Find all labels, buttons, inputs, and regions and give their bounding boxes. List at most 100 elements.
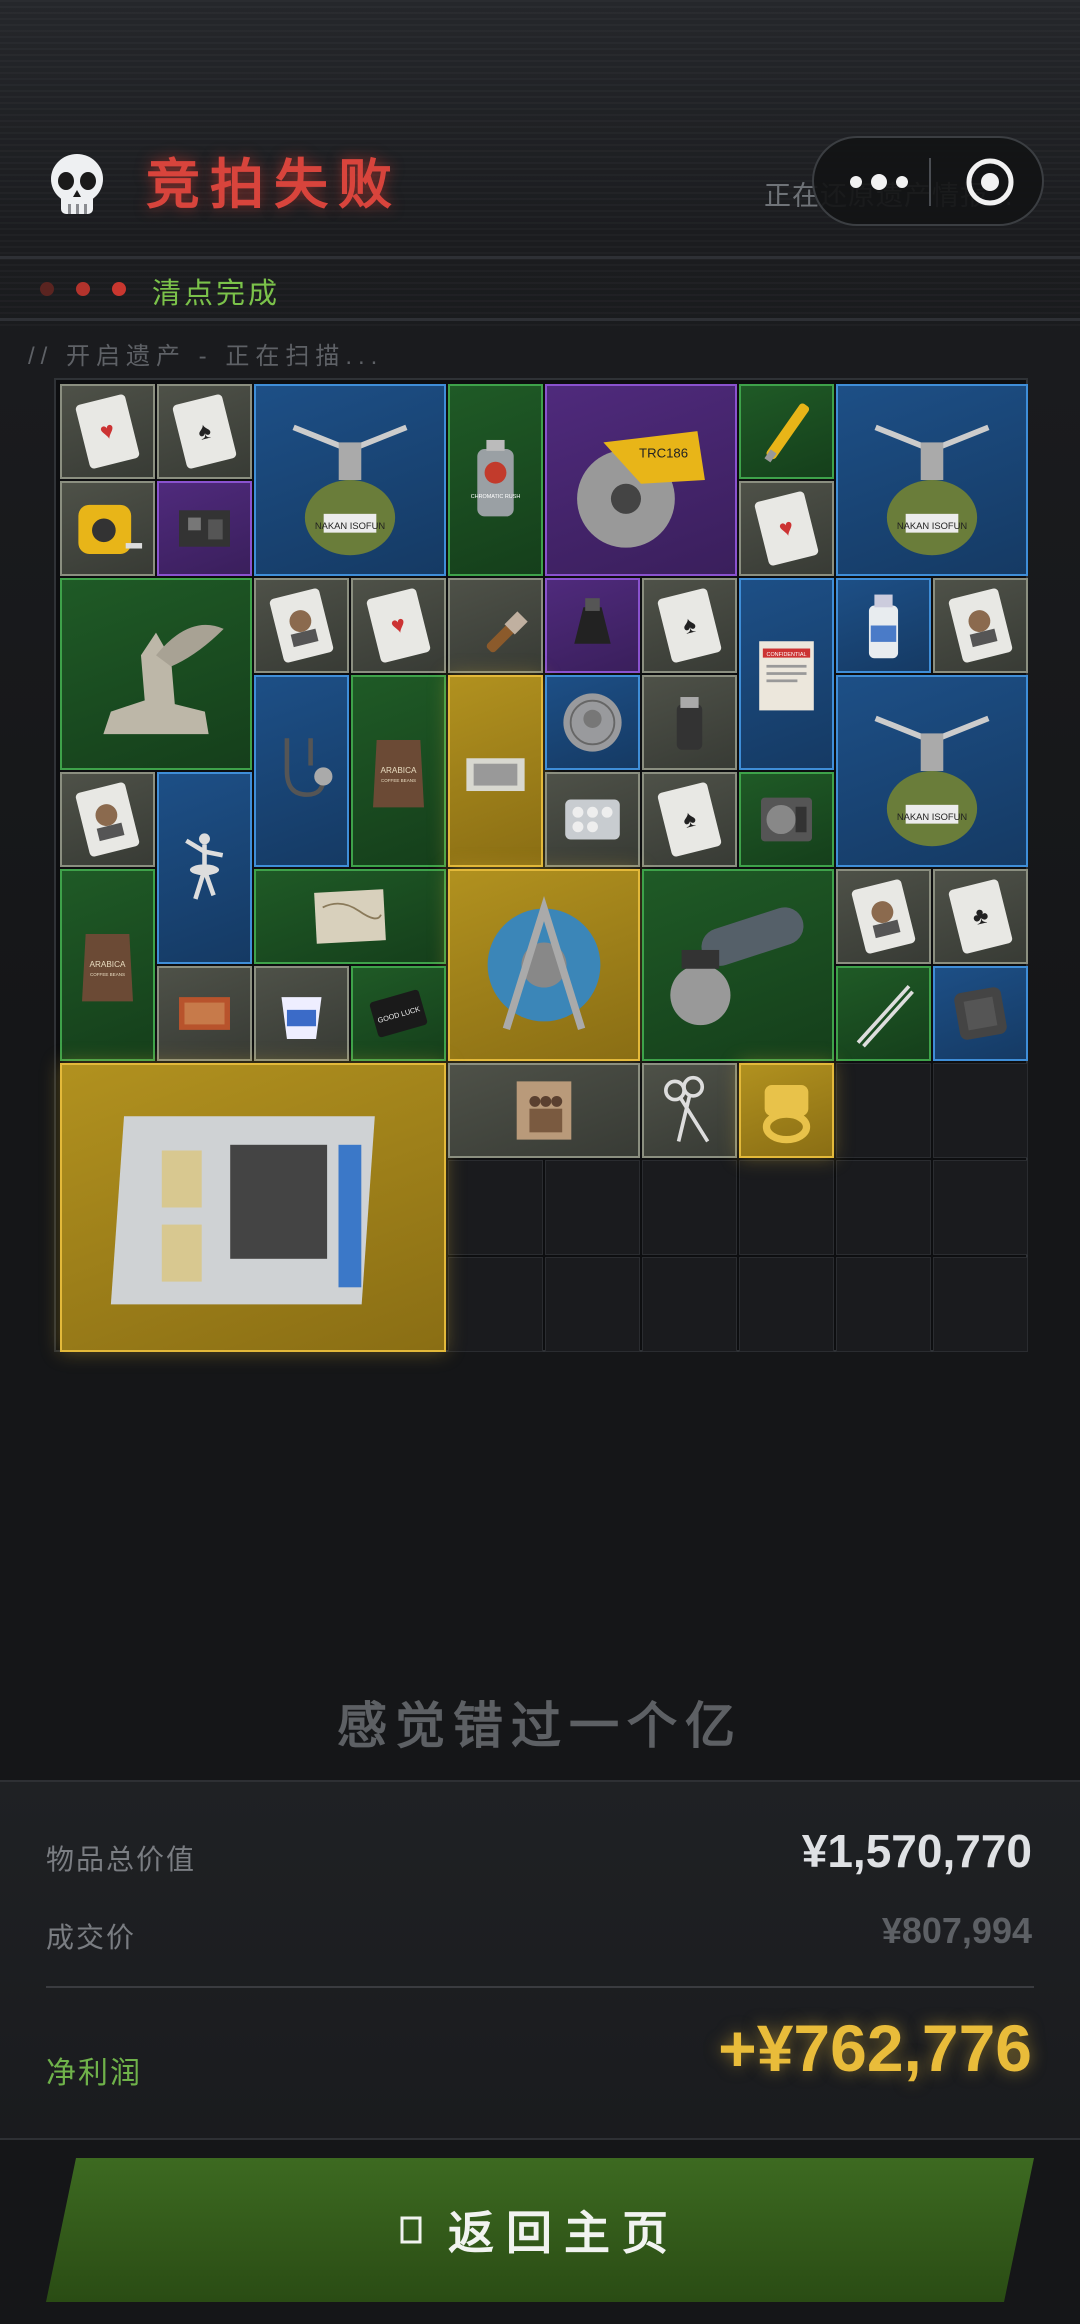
svg-text:ARABICA: ARABICA xyxy=(381,766,417,775)
svg-text:COFFEE BEANS: COFFEE BEANS xyxy=(381,778,416,783)
status-row: 清点完成 xyxy=(0,262,1080,318)
playing-card-portrait[interactable] xyxy=(60,772,155,867)
cable-clamp-icon xyxy=(574,598,611,644)
svg-text:NAKAN ISOFUN: NAKAN ISOFUN xyxy=(897,811,967,822)
matchbox[interactable] xyxy=(157,966,252,1061)
pill-blister[interactable] xyxy=(545,772,640,867)
more-dots-icon[interactable] xyxy=(844,164,914,200)
tape-measure[interactable] xyxy=(60,481,155,576)
old-photo[interactable] xyxy=(448,675,543,867)
status-text: 清点完成 xyxy=(152,278,281,310)
camping-gas-stove[interactable]: NAKAN ISOFUN xyxy=(836,384,1028,576)
stethoscope-icon xyxy=(284,738,333,797)
sphinx-statue[interactable] xyxy=(60,578,252,770)
playing-card-portrait[interactable] xyxy=(254,578,349,673)
inventory-grid: ♥ ♠ NAKAN ISOFUN CHROMATIC RUSH TRC186 N… xyxy=(54,378,1028,1352)
stethoscope[interactable] xyxy=(254,675,349,867)
tape-measure-icon xyxy=(78,504,143,554)
power-bank-icon xyxy=(954,987,1007,1040)
spray-paint-can[interactable]: CHROMATIC RUSH xyxy=(448,384,543,576)
playing-card-hearts[interactable]: ♥ xyxy=(351,578,446,673)
empty-slot xyxy=(836,1160,931,1255)
playing-card-spades-icon: ♠ xyxy=(657,782,722,857)
empty-slot xyxy=(448,1160,543,1255)
camping-gas-stove[interactable]: NAKAN ISOFUN xyxy=(836,675,1028,867)
spray-paint-can-icon: CHROMATIC RUSH xyxy=(471,439,520,517)
salt-shaker[interactable] xyxy=(642,675,737,770)
home-icon xyxy=(400,2215,422,2245)
paint-brush-icon xyxy=(486,611,528,653)
voltage-tester-pen-icon xyxy=(764,403,810,463)
playing-card-spades-icon: ♠ xyxy=(172,394,237,469)
svg-text:TRC186: TRC186 xyxy=(639,445,688,460)
playing-card-hearts[interactable]: ♥ xyxy=(60,384,155,479)
return-home-button[interactable]: 返回主页 xyxy=(46,2158,1034,2302)
header-divider xyxy=(0,256,1080,259)
ballerina-figurine[interactable] xyxy=(157,772,252,964)
camping-gas-stove-icon: NAKAN ISOFUN xyxy=(874,424,990,556)
net-profit-label: 净利润 xyxy=(46,2057,142,2090)
empty-slot xyxy=(933,1257,1028,1352)
hard-drive[interactable] xyxy=(739,772,834,867)
target-close-icon[interactable] xyxy=(964,156,1016,208)
playing-card-spades[interactable]: ♠ xyxy=(157,384,252,479)
svg-text:NAKAN ISOFUN: NAKAN ISOFUN xyxy=(315,520,385,531)
playing-card-clubs[interactable]: ♣ xyxy=(933,869,1028,964)
empty-slot xyxy=(545,1257,640,1352)
server-motherboard[interactable] xyxy=(60,1063,446,1352)
family-photo[interactable] xyxy=(448,1063,640,1158)
svg-text:NAKAN ISOFUN: NAKAN ISOFUN xyxy=(897,520,967,531)
circular-saw[interactable]: TRC186 xyxy=(545,384,737,576)
scissors[interactable] xyxy=(642,1063,737,1158)
playing-card-portrait-icon xyxy=(851,879,916,954)
total-value-label: 物品总价值 xyxy=(46,1844,197,1875)
coffee-bean-bag-icon: ARABICA COFFEE BEANS xyxy=(82,934,133,1002)
voltage-tester-pen[interactable] xyxy=(739,384,834,479)
playing-card-portrait[interactable] xyxy=(933,578,1028,673)
ballerina-figurine-icon xyxy=(185,833,224,900)
status-led-3 xyxy=(112,282,126,296)
capsule-divider xyxy=(929,158,931,206)
power-bank[interactable] xyxy=(933,966,1028,1061)
yogurt-cup[interactable] xyxy=(254,966,349,1061)
coffee-bean-bag[interactable]: ARABICA COFFEE BEANS xyxy=(60,869,155,1061)
svg-text:CONFIDENTIAL: CONFIDENTIAL xyxy=(767,652,807,658)
empty-slot xyxy=(642,1160,737,1255)
angle-grinder[interactable] xyxy=(642,869,834,1061)
empty-slot xyxy=(545,1160,640,1255)
playing-card-hearts-icon: ♥ xyxy=(754,491,819,566)
page-title: 竞拍失败 xyxy=(146,155,402,215)
empty-slot xyxy=(448,1257,543,1352)
playing-card-hearts[interactable]: ♥ xyxy=(739,481,834,576)
camping-gas-stove[interactable]: NAKAN ISOFUN xyxy=(254,384,446,576)
cable-clamp[interactable] xyxy=(545,578,640,673)
cable-reel[interactable] xyxy=(448,869,640,1061)
circuit-module[interactable] xyxy=(157,481,252,576)
coffee-bean-bag[interactable]: ARABICA COFFEE BEANS xyxy=(351,675,446,867)
playing-card-spades[interactable]: ♠ xyxy=(642,578,737,673)
hard-drive-icon xyxy=(761,797,812,842)
gold-ring[interactable] xyxy=(739,1063,834,1158)
result-tagline: 感觉错过一个亿 xyxy=(337,1698,743,1754)
ancient-coin-icon xyxy=(563,693,622,752)
paint-brush[interactable] xyxy=(448,578,543,673)
salt-shaker-icon xyxy=(676,697,703,750)
gold-ring-icon xyxy=(762,1085,811,1144)
playing-card-spades-icon: ♠ xyxy=(657,588,722,663)
ancient-coin[interactable] xyxy=(545,675,640,770)
result-panel: 物品总价值 ¥1,570,770 成交价 ¥807,994 净利润 +¥762,… xyxy=(0,1780,1080,2140)
empty-slot xyxy=(642,1257,737,1352)
empty-slot xyxy=(836,1063,931,1158)
playing-card-portrait-icon xyxy=(948,588,1013,663)
tweezers[interactable] xyxy=(836,966,931,1061)
server-motherboard-icon xyxy=(110,1116,375,1305)
confidential-document[interactable]: CONFIDENTIAL xyxy=(739,578,834,770)
circuit-module-icon xyxy=(179,510,230,547)
playing-card-portrait[interactable] xyxy=(836,869,931,964)
old-map[interactable] xyxy=(254,869,446,964)
result-divider xyxy=(46,1986,1034,1988)
playing-card-spades[interactable]: ♠ xyxy=(642,772,737,867)
medicine-bottle[interactable] xyxy=(836,578,931,673)
good-luck-card[interactable]: GOOD LUCK xyxy=(351,966,446,1061)
playing-card-hearts-icon: ♥ xyxy=(366,588,431,663)
